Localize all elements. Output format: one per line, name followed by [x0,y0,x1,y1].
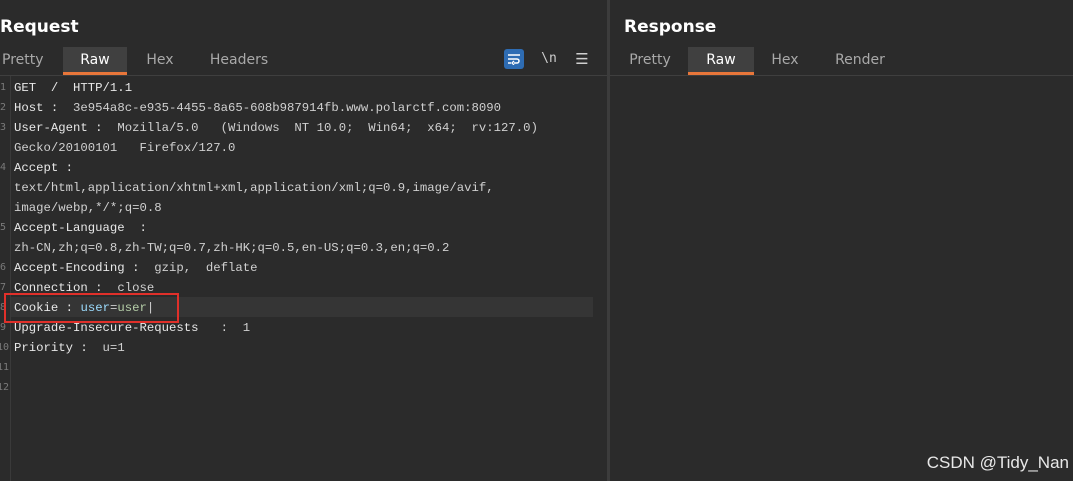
line-value: 3e954a8c-e935-4455-8a65-608b987914fb.www… [58,101,502,115]
tab-pretty[interactable]: Pretty [620,47,680,75]
line-value: text/html,application/xhtml+xml,applicat… [14,181,494,195]
line-key: Accept : [14,161,74,175]
watermark: CSDN @Tidy_Nan [926,453,1069,472]
line-number: 4 [0,162,7,173]
line-key: Priority : [14,341,88,355]
request-pane: Request Pretty Raw Hex Headers \n ☰ 1 2 … [0,0,607,481]
line-number: 11 [0,362,9,373]
line-key: User-Agent : [14,121,103,135]
line-key: Upgrade-Insecure-Requests [14,321,199,335]
tab-hex[interactable]: Hex [760,47,810,75]
line-value: gzip, deflate [139,261,258,275]
request-line: GET / HTTP/1.1 [14,78,132,98]
line-number: 12 [0,382,9,393]
header-host: Host : 3e954a8c-e935-4455-8a65-608b98791… [14,98,501,118]
cookie-highlight-box [4,293,179,323]
response-pane: Response Pretty Raw Hex Render [610,0,1073,481]
line-value: image/webp,*/*;q=0.8 [14,201,162,215]
line-value: Gecko/20100101 Firefox/127.0 [14,141,236,155]
line-key: GET / HTTP/1.1 [14,81,133,95]
line-number: 6 [0,262,7,273]
response-body[interactable] [610,76,1073,481]
line-number: 1 [0,82,7,93]
response-title: Response [624,17,717,37]
request-editor[interactable]: 1 2 3 4 5 6 7 8 9 10 11 12 GET / HTTP/1.… [0,76,607,481]
request-tabbar: Pretty Raw Hex Headers \n ☰ [0,47,607,76]
line-value: u=1 [87,341,125,355]
line-value: Mozilla/5.0 (Windows NT 10.0; Win64; x64… [102,121,538,135]
line-number: 2 [0,102,7,113]
tab-raw[interactable]: Raw [688,47,754,75]
line-number: 3 [0,122,7,133]
tab-headers[interactable]: Headers [198,47,280,75]
tab-render[interactable]: Render [825,47,895,75]
line-value: : 1 [198,321,251,335]
line-key: Accept-Language : [14,221,147,235]
response-tabbar: Pretty Raw Hex Render [610,47,1073,76]
line-key: Host : [14,101,59,115]
header-accept-cont: image/webp,*/*;q=0.8 [14,198,162,218]
header-accept-encoding: Accept-Encoding : gzip, deflate [14,258,258,278]
line-number: 10 [0,342,9,353]
header-accept-language-cont: zh-CN,zh;q=0.8,zh-TW;q=0.7,zh-HK;q=0.5,e… [14,238,449,258]
tab-pretty[interactable]: Pretty [0,47,52,75]
line-gutter [0,76,11,481]
line-number: 7 [0,282,7,293]
line-number: 5 [0,222,7,233]
hamburger-menu-icon[interactable]: ☰ [572,49,592,69]
header-user-agent: User-Agent : Mozilla/5.0 (Windows NT 10.… [14,118,538,138]
header-accept: Accept : [14,158,73,178]
header-priority: Priority : u=1 [14,338,125,358]
header-user-agent-cont: Gecko/20100101 Firefox/127.0 [14,138,235,158]
line-key: Accept-Encoding : [14,261,140,275]
line-value: zh-CN,zh;q=0.8,zh-TW;q=0.7,zh-HK;q=0.5,e… [14,241,450,255]
line-number: 9 [0,322,7,333]
newline-toggle[interactable]: \n [539,49,559,69]
tab-hex[interactable]: Hex [135,47,185,75]
wrap-lines-icon[interactable] [504,49,524,69]
header-accept-cont: text/html,application/xhtml+xml,applicat… [14,178,494,198]
header-accept-language: Accept-Language : [14,218,147,238]
request-title: Request [0,17,79,37]
tab-raw[interactable]: Raw [63,47,127,75]
